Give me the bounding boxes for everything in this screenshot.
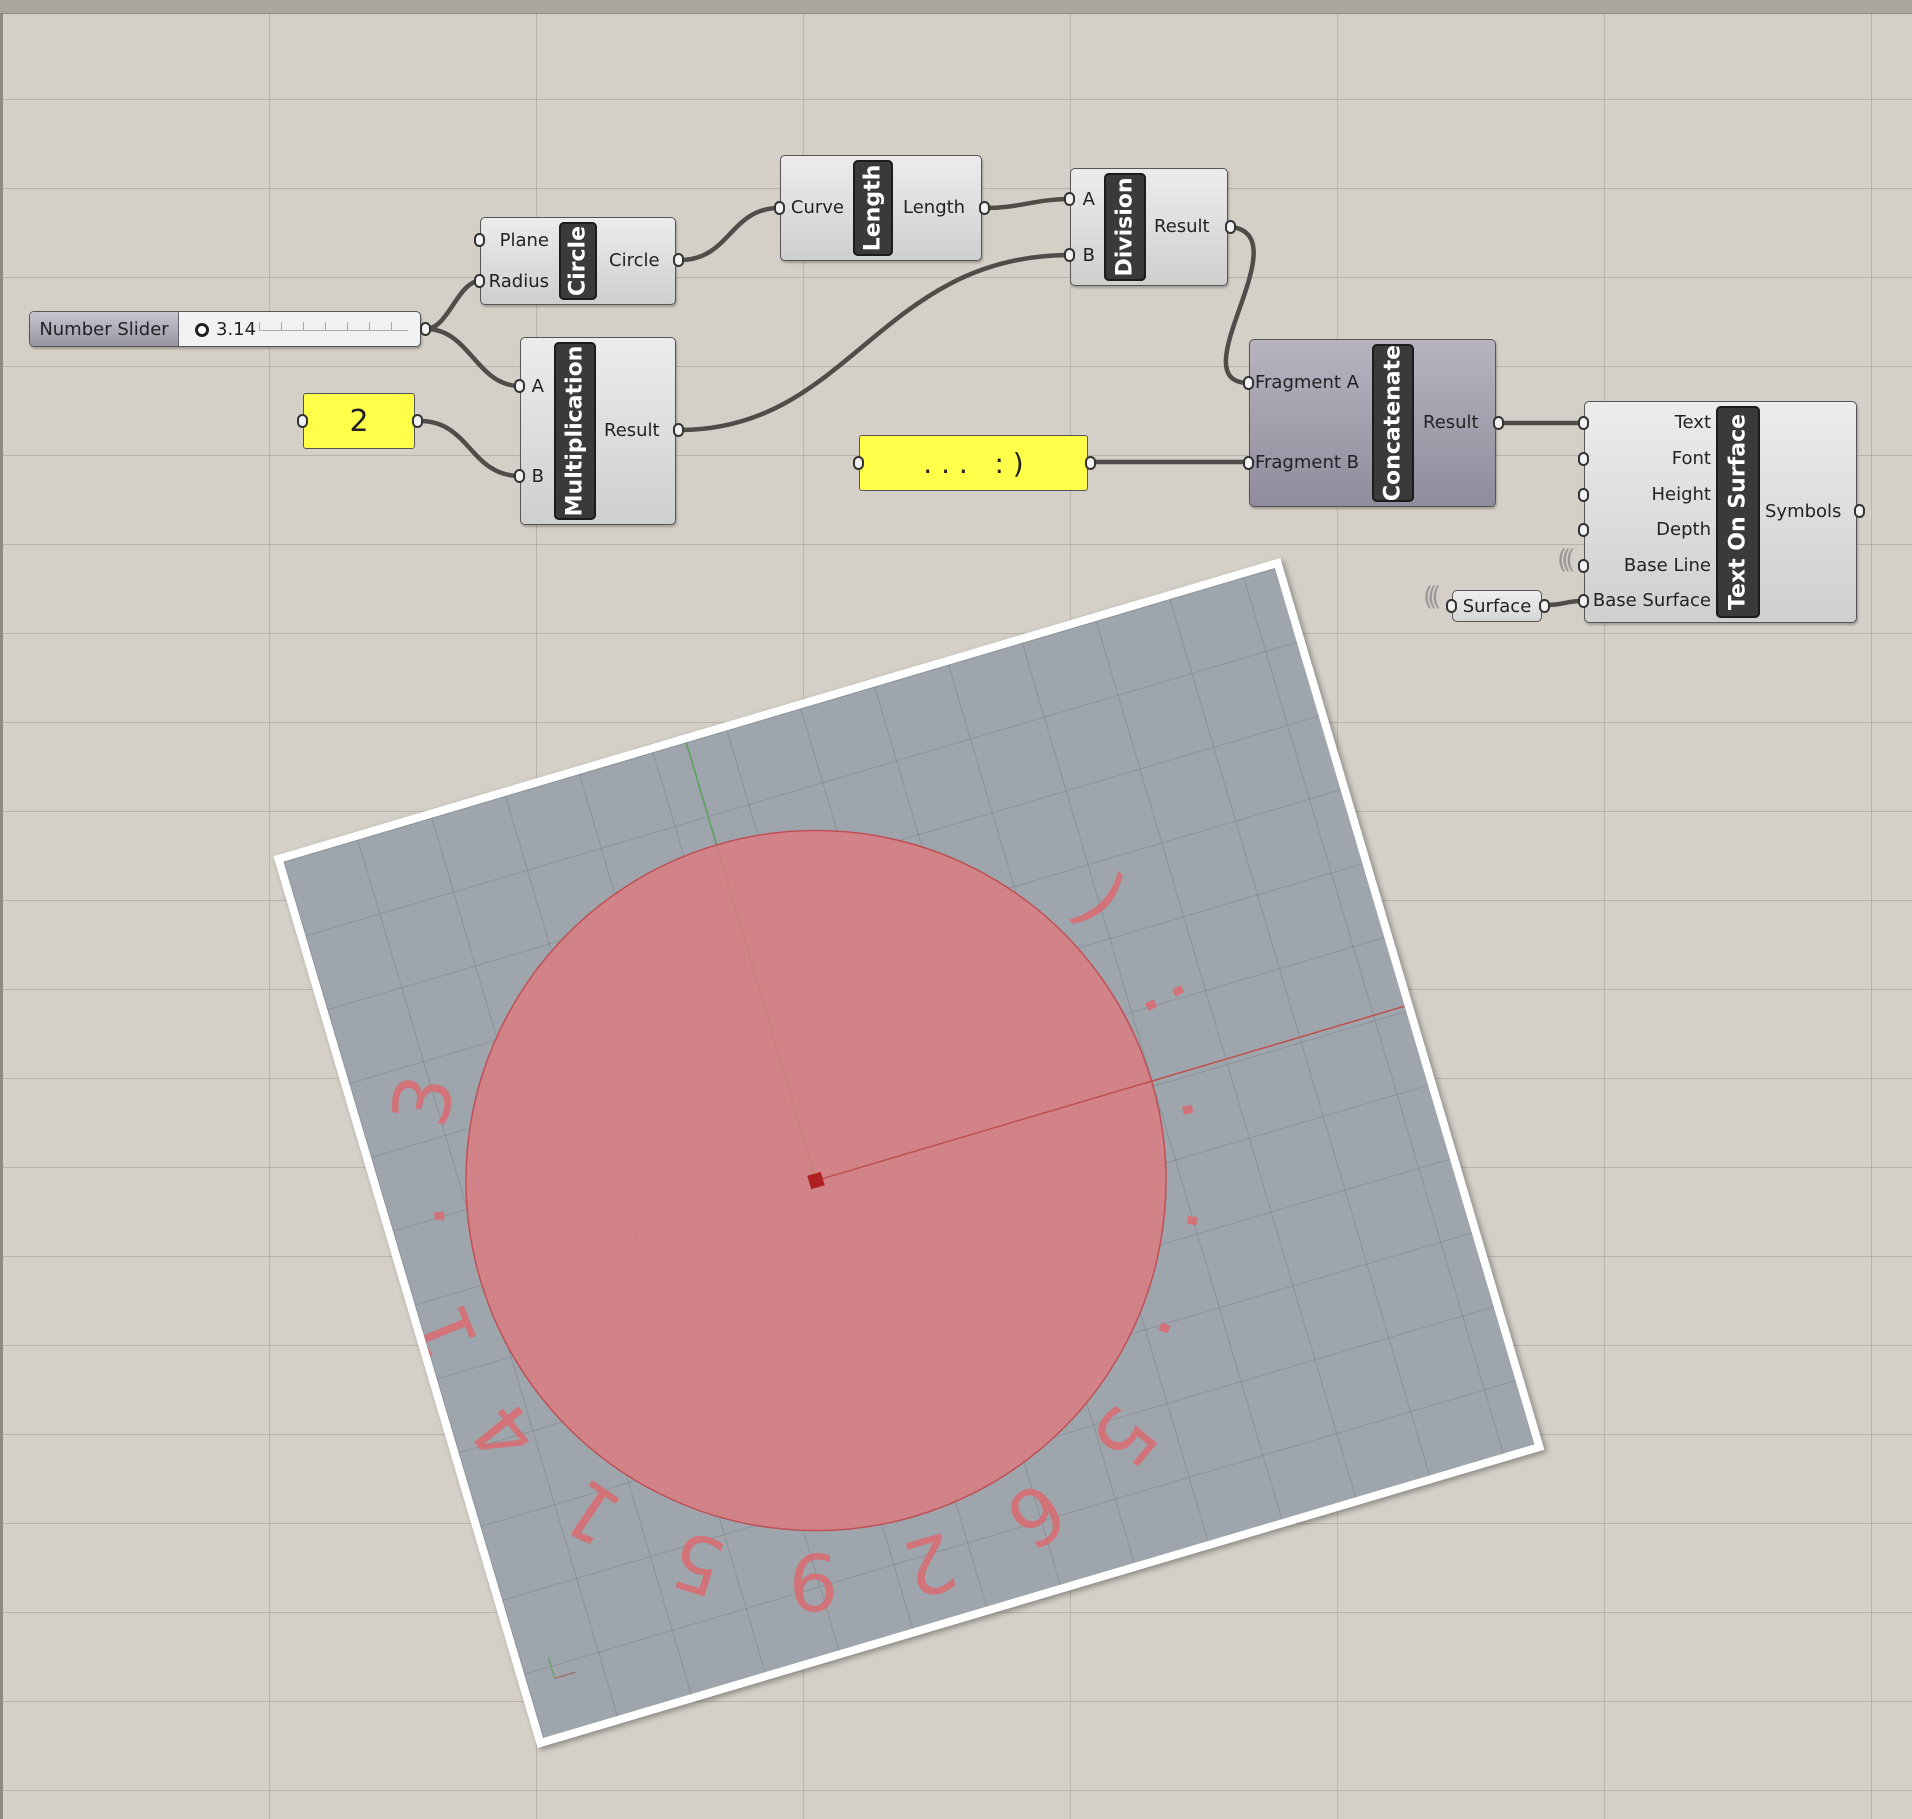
multiplication-b-grip[interactable] (514, 469, 525, 483)
tos-text-grip[interactable] (1578, 416, 1589, 430)
tos-input-font: Font (1671, 448, 1711, 469)
division-input-a: A (1082, 189, 1095, 210)
circle-input-radius: Radius (488, 271, 549, 292)
concatenate-input-fragment-a: Fragment A (1254, 372, 1359, 393)
tos-base-surface-grip[interactable] (1578, 594, 1589, 608)
multiplication-name-block[interactable]: Multiplication (554, 342, 596, 520)
tos-output-grip[interactable] (1854, 504, 1865, 518)
multiplication-input-a: A (531, 376, 544, 397)
curved-text-char: . (1167, 1206, 1259, 1240)
curved-text-char: 5 (661, 1512, 735, 1613)
division-b-grip[interactable] (1064, 248, 1075, 262)
tos-name-block[interactable]: Text On Surface (1716, 406, 1760, 618)
concatenate-output-label: Result (1423, 412, 1479, 433)
concatenate-fragment-a-grip[interactable] (1243, 376, 1254, 390)
curved-text-char: ) (1058, 858, 1144, 943)
tos-base-line-grip[interactable] (1578, 559, 1589, 573)
tos-depth-grip[interactable] (1578, 523, 1589, 537)
multiplication-input-b: B (531, 466, 544, 487)
curved-text-char: 5 (1073, 1388, 1174, 1484)
length-name-block[interactable]: Length (853, 160, 893, 256)
curved-text-char: 4 (455, 1385, 556, 1480)
multiplication-name: Multiplication (562, 345, 588, 517)
smile-panel[interactable]: . . . : ) (859, 435, 1088, 491)
concatenate-name: Concatenate (1380, 344, 1406, 502)
slider-output-grip[interactable] (420, 322, 431, 336)
surface-output-grip[interactable] (1539, 599, 1550, 613)
circle-plane-grip[interactable] (474, 233, 485, 247)
circle-name: Circle (565, 225, 591, 297)
number-panel-text: 2 (349, 403, 369, 439)
division-name-block[interactable]: Division (1104, 173, 1146, 281)
concatenate-output-grip[interactable] (1493, 416, 1504, 430)
smile-panel-input-grip[interactable] (853, 456, 864, 470)
curved-text-char: 3 (375, 1068, 473, 1135)
smile-panel-text: . . . : ) (923, 446, 1024, 480)
canvas-top-edge (0, 0, 1912, 14)
number-slider-track[interactable]: 3.14 (179, 312, 420, 346)
multiplication-a-grip[interactable] (514, 379, 525, 393)
circle-output-grip[interactable] (673, 253, 684, 267)
length-curve-grip[interactable] (774, 201, 785, 215)
surface-parameter-label: Surface (1462, 595, 1532, 617)
curved-text-char: . (372, 1201, 464, 1234)
curved-text-char: 6 (990, 1463, 1081, 1565)
number-slider-value: 3.14 (216, 319, 257, 340)
number-panel-input-grip[interactable] (297, 414, 308, 428)
curved-text-char: . (1162, 1085, 1255, 1126)
circle-component[interactable]: Plane Radius Circle Circle (480, 217, 676, 305)
circle-input-plane: Plane (499, 230, 549, 251)
multiplication-output-grip[interactable] (673, 423, 684, 437)
curved-text-char: : (1124, 963, 1216, 1028)
division-a-grip[interactable] (1064, 192, 1075, 206)
division-name: Division (1112, 177, 1138, 277)
number-panel-output-grip[interactable] (412, 414, 423, 428)
length-input-curve: Curve (790, 197, 844, 218)
circle-radius-grip[interactable] (474, 274, 485, 288)
length-name: Length (860, 164, 886, 252)
length-output-grip[interactable] (979, 201, 990, 215)
tos-output-label: Symbols (1765, 501, 1842, 522)
multiplication-output-label: Result (604, 420, 660, 441)
number-slider[interactable]: Number Slider 3.14 (29, 311, 421, 347)
curved-text-char: 9 (788, 1535, 838, 1625)
base-line-wireless-icon: ((( (1557, 545, 1576, 575)
number-slider-label: Number Slider (30, 312, 179, 346)
slider-ticks (259, 322, 408, 331)
concatenate-name-block[interactable]: Concatenate (1372, 344, 1414, 502)
curved-text-char: . (1138, 1307, 1231, 1365)
multiplication-component[interactable]: A B Multiplication Result (520, 337, 676, 525)
tos-font-grip[interactable] (1578, 452, 1589, 466)
text-on-surface-component[interactable]: Text Font Height Depth Base Line Base Su… (1584, 401, 1857, 623)
tos-input-text: Text (1674, 412, 1711, 433)
division-component[interactable]: A B Division Result (1070, 168, 1228, 286)
slider-knob[interactable] (195, 323, 209, 337)
circle-output-label: Circle (609, 250, 660, 271)
concatenate-component[interactable]: Fragment A Fragment B Concatenate Result (1249, 339, 1496, 507)
smile-panel-output-grip[interactable] (1085, 456, 1096, 470)
tos-height-grip[interactable] (1578, 488, 1589, 502)
concatenate-fragment-b-grip[interactable] (1243, 456, 1254, 470)
surface-parameter[interactable]: Surface (1452, 590, 1542, 622)
number-panel[interactable]: 2 (303, 393, 415, 449)
axis-gizmo-icon (547, 1656, 576, 1680)
tos-input-base-surface: Base Surface (1592, 590, 1711, 611)
tos-input-base-line: Base Line (1623, 555, 1711, 576)
curved-text-char: 1 (546, 1460, 638, 1562)
tos-input-depth: Depth (1656, 519, 1711, 540)
surface-input-grip[interactable] (1446, 599, 1457, 613)
surface-wireless-icon: ((( (1423, 582, 1442, 612)
length-output-label: Length (903, 197, 966, 218)
concatenate-input-fragment-b: Fragment B (1254, 452, 1359, 473)
division-output-label: Result (1154, 216, 1210, 237)
canvas-left-edge (0, 13, 3, 1819)
curved-text-char: 2 (893, 1513, 966, 1613)
tos-input-height: Height (1651, 484, 1711, 505)
division-input-b: B (1082, 245, 1095, 266)
division-output-grip[interactable] (1225, 220, 1236, 234)
length-component[interactable]: Curve Length Length (780, 155, 982, 261)
circle-name-block[interactable]: Circle (559, 222, 597, 300)
tos-name: Text On Surface (1725, 413, 1751, 611)
